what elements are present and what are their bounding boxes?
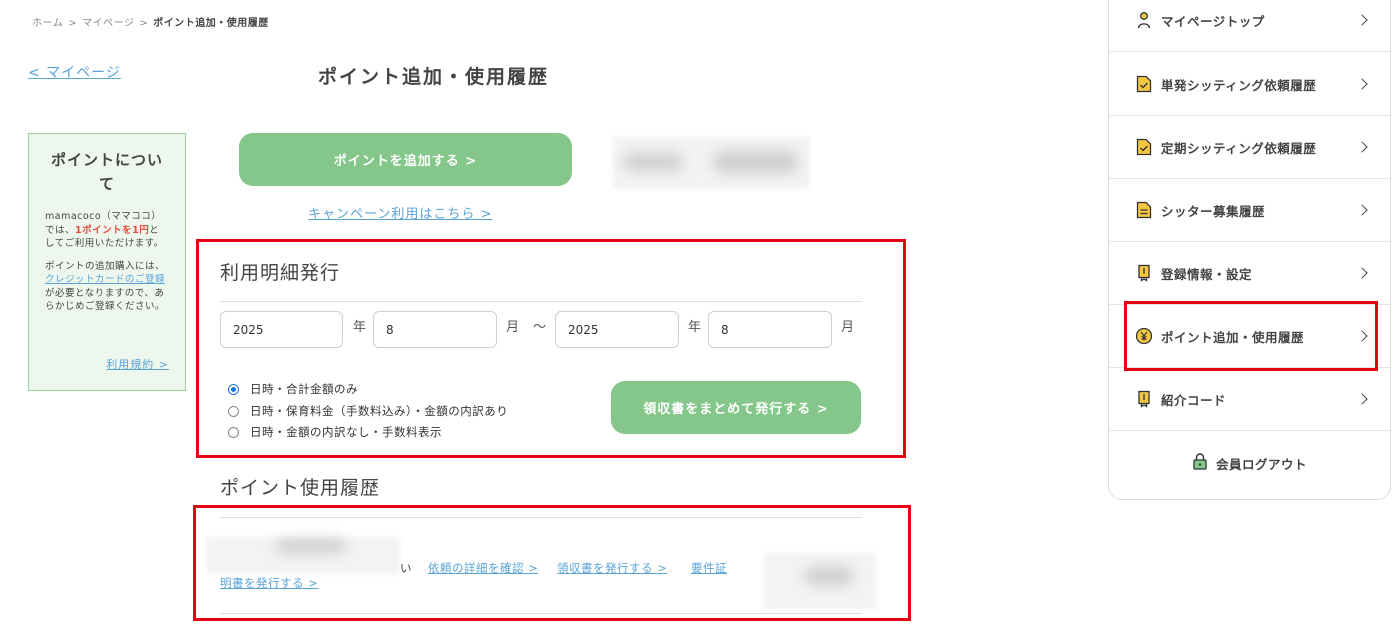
blurred-history-amount [764,553,876,609]
to-month-input[interactable]: 8 [708,311,832,348]
month-unit: 月 [506,320,520,335]
divider [220,517,862,518]
mypage-sidebar: マイページトップ 単発シッティング依頼履歴 定期シッティング依頼履歴 シッター募… [1108,0,1391,500]
info-box-paragraph-1: mamacoco（ママココ）では、1ポイントを1円としてご利用いただけます。 [45,211,164,249]
option-total-only[interactable]: 日時・合計金額のみ [228,381,358,397]
document-check-icon [1135,138,1153,156]
info-box-title: ポイントについて [50,151,163,193]
points-info-box: ポイントについて mamacoco（ママココ）では、1ポイントを1円としてご利用… [28,133,186,391]
page-title: ポイント追加・使用履歴 [318,66,550,88]
back-to-mypage-link[interactable]: < マイページ [28,62,121,82]
divider [220,613,862,614]
id-card-icon [1135,390,1153,408]
sidebar-item-single-sitting-history[interactable]: 単発シッティング依頼履歴 [1109,53,1390,116]
blur-blob [713,151,798,173]
lock-icon [1192,452,1208,474]
person-icon [1135,11,1153,29]
history-title: ポイント使用履歴 [220,477,381,499]
terms-link[interactable]: 利用規約 > [106,356,169,372]
chevron-right-icon [1356,267,1368,279]
document-check-icon [1135,75,1153,93]
history-text-fragment: い [400,561,412,575]
issue-receipt-link[interactable]: 領収書を発行する > [557,560,667,576]
blurred-balance [613,137,810,189]
breadcrumb-mypage[interactable]: マイページ [82,18,134,29]
radio-button[interactable] [228,426,239,438]
blur-blob [804,567,854,585]
from-month-input[interactable]: 8 [373,311,497,348]
campaign-link[interactable]: キャンペーン利用はこちら > [308,203,492,222]
breadcrumb-current: ポイント追加・使用履歴 [153,18,269,29]
id-card-icon [1135,264,1153,282]
sidebar-item-regular-sitting-history[interactable]: 定期シッティング依頼履歴 [1109,116,1390,179]
radio-button[interactable] [228,405,239,417]
logout-button[interactable]: 会員ログアウト [1109,438,1390,488]
year-unit: 年 [688,320,702,335]
chevron-right-icon [1356,78,1368,90]
divider [220,301,862,302]
sidebar-item-sitter-recruit-history[interactable]: シッター募集履歴 [1109,179,1390,242]
blur-blob [276,539,346,553]
info-box-paragraph-2: ポイントの追加購入には、クレジットカードのご登録が必要となりますので、あらかじめ… [45,260,166,313]
radio-button[interactable] [228,383,239,395]
add-points-button[interactable]: ポイントを追加する > [239,133,572,186]
from-year-input[interactable]: 2025 [220,311,343,348]
chevron-right-icon [1356,141,1368,153]
chevron-right-icon [1356,204,1368,216]
certificate-link-continued[interactable]: 明書を発行する > [220,575,318,591]
breadcrumb-home[interactable]: ホーム [32,18,63,29]
sidebar-item-mypage-top[interactable]: マイページトップ [1109,0,1390,52]
chevron-right-icon [1356,393,1368,405]
option-with-breakdown[interactable]: 日時・保育料金（手数料込み）・金額の内訳あり [228,403,508,419]
range-tilde: 〜 [533,320,547,335]
certificate-link[interactable]: 要件証 [691,560,727,576]
sidebar-highlight-box [1124,301,1378,371]
statement-title: 利用明細発行 [220,262,341,284]
month-unit: 月 [841,320,855,335]
blur-blob [623,153,683,171]
year-unit: 年 [353,320,367,335]
breadcrumb: ホーム > マイページ > ポイント追加・使用履歴 [32,18,269,29]
chevron-right-icon [1356,14,1368,26]
option-fee-display[interactable]: 日時・金額の内訳なし・手数料表示 [228,424,442,440]
issue-receipts-button[interactable]: 領収書をまとめて発行する > [611,381,861,434]
sidebar-item-referral-code[interactable]: 紹介コード [1109,368,1390,431]
document-lines-icon [1135,201,1153,219]
blurred-history-date [206,537,400,574]
request-detail-link[interactable]: 依頼の詳細を確認 > [428,560,538,576]
sidebar-item-registration-settings[interactable]: 登録情報・設定 [1109,242,1390,305]
credit-card-registration-link[interactable]: クレジットカードのご登録 [45,274,165,285]
to-year-input[interactable]: 2025 [555,311,679,348]
